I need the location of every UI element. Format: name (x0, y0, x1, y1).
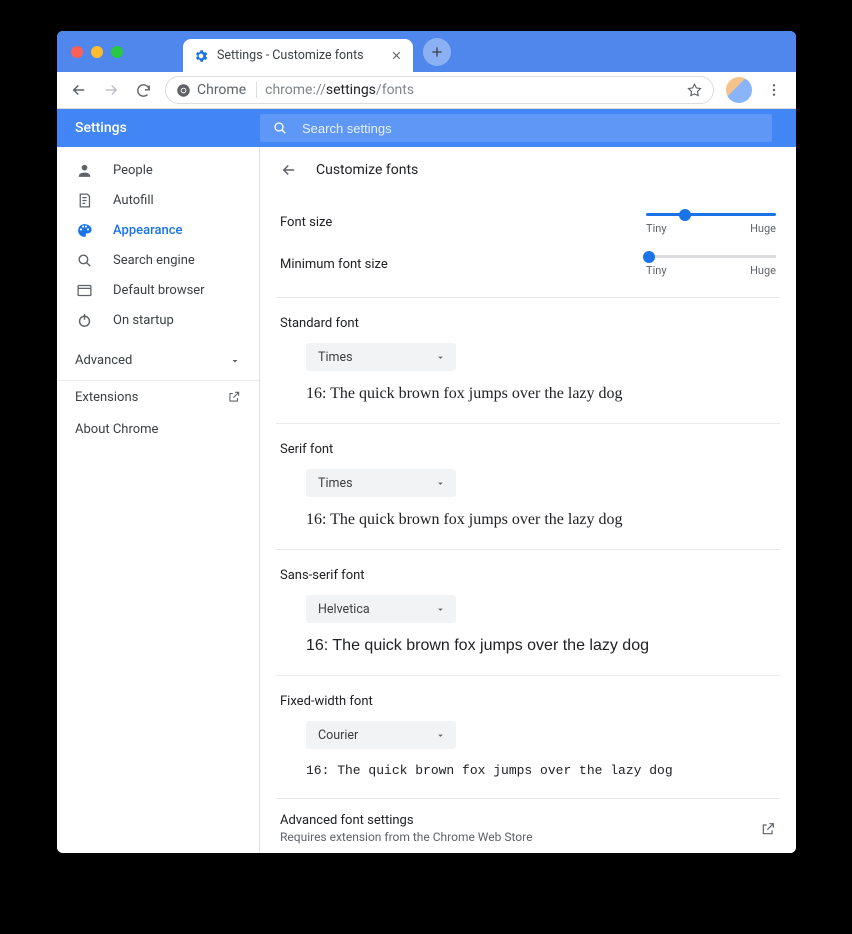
settings-body: People Autofill Appearance Search engine… (57, 147, 796, 853)
sidebar-item-search-engine[interactable]: Search engine (57, 245, 259, 275)
tab-title: Settings - Customize fonts (217, 48, 382, 63)
advanced-font-title: Advanced font settings (280, 813, 532, 828)
fixed-width-font-section: Fixed-width font Courier 16: The quick b… (276, 675, 780, 798)
settings-sidebar: People Autofill Appearance Search engine… (57, 147, 260, 853)
slider-max-label: Huge (750, 264, 776, 277)
standard-font-dropdown[interactable]: Times (306, 343, 456, 371)
chevron-down-icon (435, 478, 446, 489)
standard-font-title: Standard font (280, 316, 776, 331)
serif-font-title: Serif font (280, 442, 776, 457)
serif-font-section: Serif font Times 16: The quick brown fox… (276, 423, 780, 549)
settings-content: Customize fonts Font size Tiny Huge (260, 147, 796, 853)
chrome-icon (176, 83, 191, 98)
sidebar-item-autofill[interactable]: Autofill (57, 185, 259, 215)
chevron-down-icon (435, 604, 446, 615)
chevron-down-icon (229, 355, 241, 367)
power-icon (75, 312, 93, 329)
minimize-window-button[interactable] (91, 46, 103, 58)
slider-min-label: Tiny (646, 264, 667, 277)
settings-search-bar[interactable] (260, 114, 772, 142)
close-window-button[interactable] (71, 46, 83, 58)
search-icon (75, 252, 93, 269)
settings-title: Settings (75, 120, 260, 136)
new-tab-button[interactable] (423, 38, 451, 66)
fixed-width-font-preview: 16: The quick brown fox jumps over the l… (306, 763, 776, 778)
reload-button[interactable] (129, 76, 157, 104)
external-link-icon (227, 390, 241, 404)
sidebar-item-on-startup[interactable]: On startup (57, 305, 259, 335)
chevron-down-icon (435, 352, 446, 363)
fixed-width-font-title: Fixed-width font (280, 694, 776, 709)
browser-toolbar: Chrome chrome://settings/fonts (57, 72, 796, 109)
min-font-size-label: Minimum font size (280, 255, 388, 272)
back-arrow-icon[interactable] (280, 161, 298, 179)
browser-icon (75, 282, 93, 299)
url-text: chrome://settings/fonts (265, 82, 414, 98)
palette-icon (75, 222, 93, 239)
min-font-size-slider[interactable]: Tiny Huge (646, 255, 776, 277)
sidebar-link-extensions[interactable]: Extensions (57, 381, 259, 413)
settings-card: Font size Tiny Huge Minimum fon (276, 193, 780, 853)
browser-tab[interactable]: Settings - Customize fonts (183, 39, 413, 72)
zoom-window-button[interactable] (111, 46, 123, 58)
sidebar-item-people[interactable]: People (57, 155, 259, 185)
sans-serif-font-dropdown[interactable]: Helvetica (306, 595, 456, 623)
font-size-slider[interactable]: Tiny Huge (646, 213, 776, 235)
serif-font-dropdown[interactable]: Times (306, 469, 456, 497)
sans-serif-font-title: Sans-serif font (280, 568, 776, 583)
font-size-section: Font size Tiny Huge Minimum fon (276, 193, 780, 297)
settings-header: Settings (57, 109, 796, 147)
sidebar-link-about[interactable]: About Chrome (57, 413, 259, 445)
tab-strip: Settings - Customize fonts (57, 31, 796, 72)
person-icon (75, 162, 93, 179)
window-controls (71, 46, 123, 58)
chevron-down-icon (435, 730, 446, 741)
page-title-row: Customize fonts (260, 147, 796, 193)
sidebar-advanced-toggle[interactable]: Advanced (57, 341, 259, 381)
sidebar-item-appearance[interactable]: Appearance (57, 215, 259, 245)
external-link-icon (760, 821, 776, 837)
font-size-label: Font size (280, 213, 332, 230)
forward-button[interactable] (97, 76, 125, 104)
advanced-font-subtitle: Requires extension from the Chrome Web S… (280, 830, 532, 844)
fixed-width-font-dropdown[interactable]: Courier (306, 721, 456, 749)
chrome-menu-button[interactable] (760, 76, 788, 104)
autofill-icon (75, 192, 93, 209)
page-title: Customize fonts (316, 162, 418, 178)
back-button[interactable] (65, 76, 93, 104)
close-tab-icon[interactable] (390, 49, 403, 62)
sans-serif-font-section: Sans-serif font Helvetica 16: The quick … (276, 549, 780, 675)
settings-search-input[interactable] (302, 121, 760, 136)
slider-max-label: Huge (750, 222, 776, 235)
serif-font-preview: 16: The quick brown fox jumps over the l… (306, 511, 776, 529)
advanced-font-settings-row[interactable]: Advanced font settings Requires extensio… (276, 798, 780, 853)
bookmark-star-icon[interactable] (686, 82, 703, 99)
sans-serif-font-preview: 16: The quick brown fox jumps over the l… (306, 637, 776, 655)
chrome-origin-chip: Chrome (176, 82, 257, 98)
address-bar[interactable]: Chrome chrome://settings/fonts (165, 76, 714, 104)
gear-icon (193, 48, 209, 64)
search-icon (272, 120, 288, 136)
standard-font-preview: 16: The quick brown fox jumps over the l… (306, 385, 776, 403)
slider-min-label: Tiny (646, 222, 667, 235)
sidebar-item-default-browser[interactable]: Default browser (57, 275, 259, 305)
standard-font-section: Standard font Times 16: The quick brown … (276, 297, 780, 423)
profile-avatar[interactable] (726, 77, 752, 103)
browser-window: Settings - Customize fonts Chrome (57, 31, 796, 853)
